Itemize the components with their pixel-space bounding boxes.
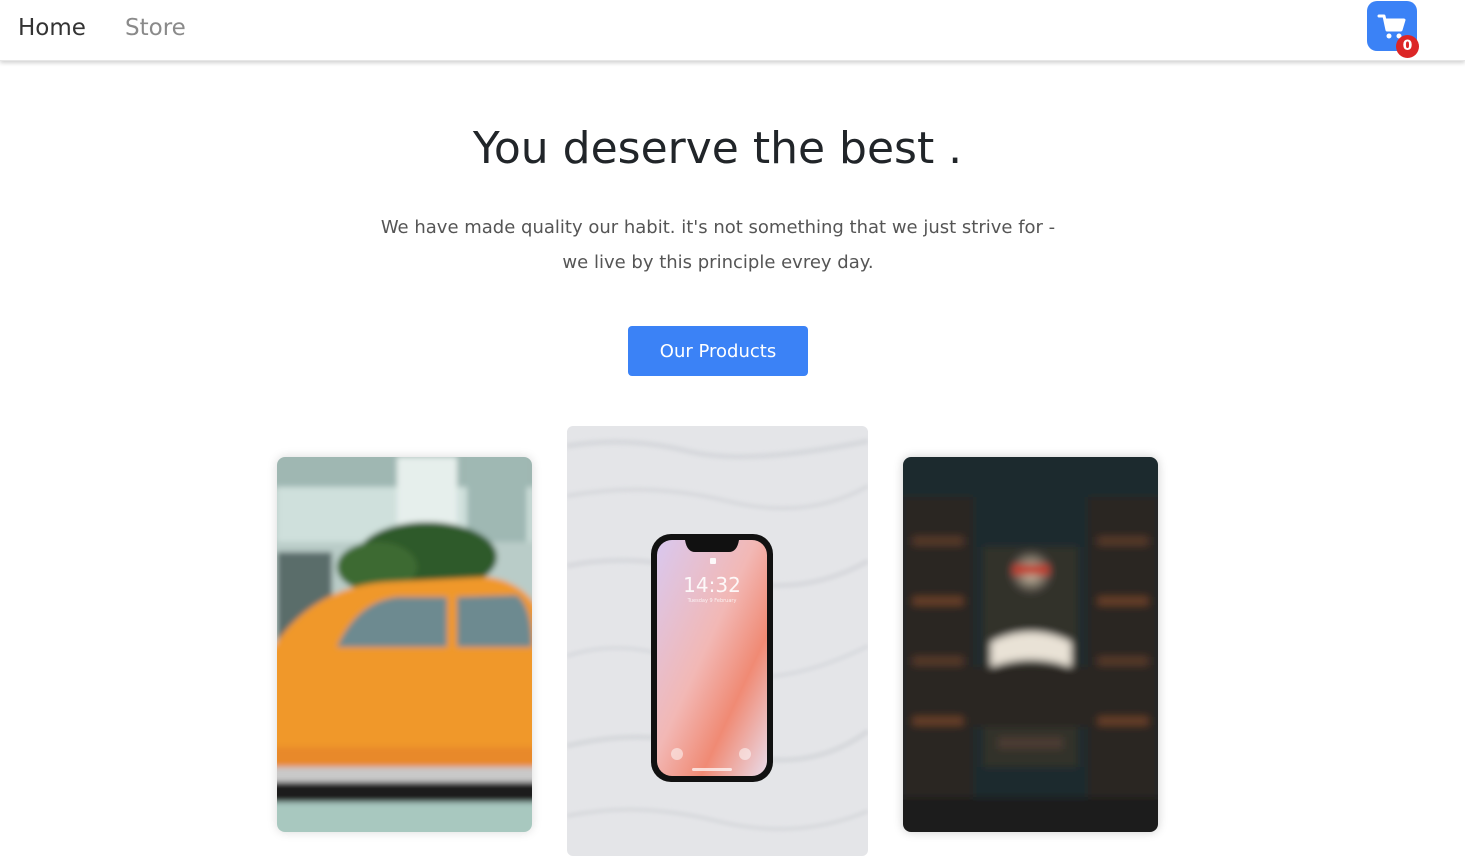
nav-store-link[interactable]: Store xyxy=(125,14,186,42)
hero-description: We have made quality our habit. it's not… xyxy=(380,217,1056,273)
nav-home-link[interactable]: Home xyxy=(18,14,86,42)
our-products-button[interactable]: Our Products xyxy=(628,326,808,376)
car-image-card xyxy=(277,457,532,832)
phone-lockscreen-date: Tuesday 9 February xyxy=(687,598,737,604)
phone-lockscreen-time: 14:32 xyxy=(683,573,741,597)
cart-count-badge: 0 xyxy=(1396,35,1419,58)
hero-title: You deserve the best . xyxy=(472,123,963,174)
phone-image-card: 14:32 Tuesday 9 February xyxy=(567,426,868,856)
navbar: Home Store 0 xyxy=(0,0,1465,61)
car-image xyxy=(277,457,532,832)
book-image xyxy=(903,457,1158,832)
phone-image: 14:32 Tuesday 9 February xyxy=(567,426,868,856)
book-image-card xyxy=(903,457,1158,832)
